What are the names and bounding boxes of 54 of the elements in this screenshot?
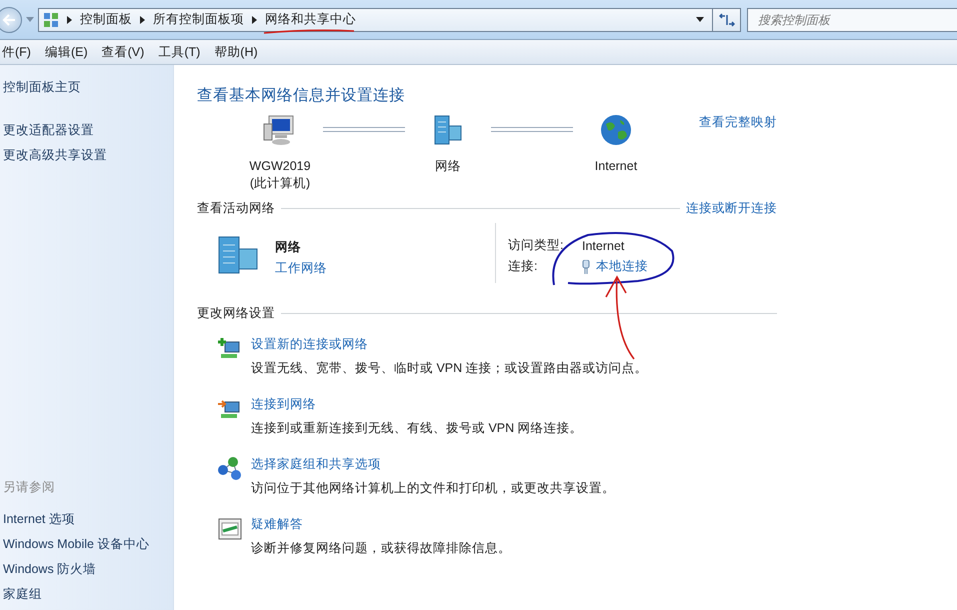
search-field[interactable]: 搜索控制面板 — [747, 8, 957, 32]
access-type-label: 访问类型: — [508, 237, 564, 254]
page-title: 查看基本网络信息并设置连接 — [197, 86, 406, 106]
homegroup-icon — [217, 456, 243, 482]
chevron-icon[interactable] — [140, 16, 145, 24]
sidebar-link[interactable]: 更改适配器设置 — [3, 122, 173, 139]
section-heading: 更改网络设置 — [197, 305, 275, 322]
back-button[interactable] — [0, 6, 22, 32]
access-type-value: Internet — [582, 238, 624, 252]
section-heading: 查看活动网络 — [197, 200, 275, 217]
task-description: 访问位于其他网络计算机上的文件和打印机，或更改共享设置。 — [251, 480, 615, 497]
task-description: 设置无线、宽带、拨号、临时或 VPN 连接；或设置路由器或访问点。 — [251, 360, 648, 377]
network-name: 网络 — [275, 239, 302, 256]
menu-item[interactable]: 工具(T) — [158, 44, 200, 60]
task-description: 连接到或重新连接到无线、有线、拨号或 VPN 网络连接。 — [251, 420, 583, 437]
network-type-link[interactable]: 工作网络 — [275, 260, 327, 277]
refresh-button[interactable] — [713, 8, 741, 32]
menu-item[interactable]: 件(F) — [2, 44, 31, 60]
breadcrumb[interactable]: 网络和共享中心 — [265, 11, 356, 28]
see-also-heading: 另请参阅 — [3, 479, 56, 496]
local-connection-link[interactable]: 本地连接 — [596, 258, 648, 275]
connect-disconnect-link[interactable]: 连接或断开连接 — [686, 200, 777, 217]
see-also-link[interactable]: 家庭组 — [3, 584, 173, 604]
node-label: Internet — [594, 158, 638, 175]
sidebar-link[interactable]: 更改高级共享设置 — [3, 147, 173, 164]
task-link[interactable]: 连接到网络 — [251, 396, 583, 413]
ethernet-plug-icon — [582, 260, 590, 274]
node-label: 网络 — [435, 158, 461, 175]
full-map-link[interactable]: 查看完整映射 — [699, 114, 777, 131]
see-also-link[interactable]: Windows Mobile 设备中心 — [3, 534, 173, 554]
connection-label: 连接: — [508, 258, 538, 275]
globe-icon — [600, 114, 632, 146]
troubleshoot-icon — [217, 516, 243, 542]
menu-item[interactable]: 查看(V) — [102, 44, 144, 60]
menu-item[interactable]: 编辑(E) — [44, 44, 88, 60]
task-link[interactable]: 选择家庭组和共享选项 — [251, 456, 615, 473]
task-description: 诊断并修复网络问题，或获得故障排除信息。 — [251, 540, 511, 557]
chevron-icon[interactable] — [252, 16, 257, 24]
chevron-icon[interactable] — [67, 16, 72, 24]
task-link[interactable]: 疑难解答 — [251, 516, 511, 533]
back-arrow-icon — [2, 14, 16, 26]
refresh-icon — [718, 12, 734, 26]
breadcrumb[interactable]: 所有控制面板项 — [153, 11, 244, 28]
dropdown-arrow-icon[interactable] — [696, 17, 704, 22]
see-also-link[interactable]: Windows 防火墙 — [3, 559, 173, 579]
breadcrumb[interactable]: 控制面板 — [80, 11, 132, 28]
node-label: WGW2019 — [249, 158, 311, 175]
task-link[interactable]: 设置新的连接或网络 — [251, 336, 648, 353]
menu-item[interactable]: 帮助(H) — [214, 44, 258, 60]
node-sublabel: (此计算机) — [250, 175, 310, 192]
address-bar[interactable]: 控制面板 所有控制面板项 网络和共享中心 — [38, 8, 713, 32]
see-also-link[interactable]: Internet 选项 — [3, 509, 173, 529]
control-panel-icon — [43, 12, 59, 28]
sidebar-link[interactable]: 控制面板主页 — [3, 79, 173, 96]
